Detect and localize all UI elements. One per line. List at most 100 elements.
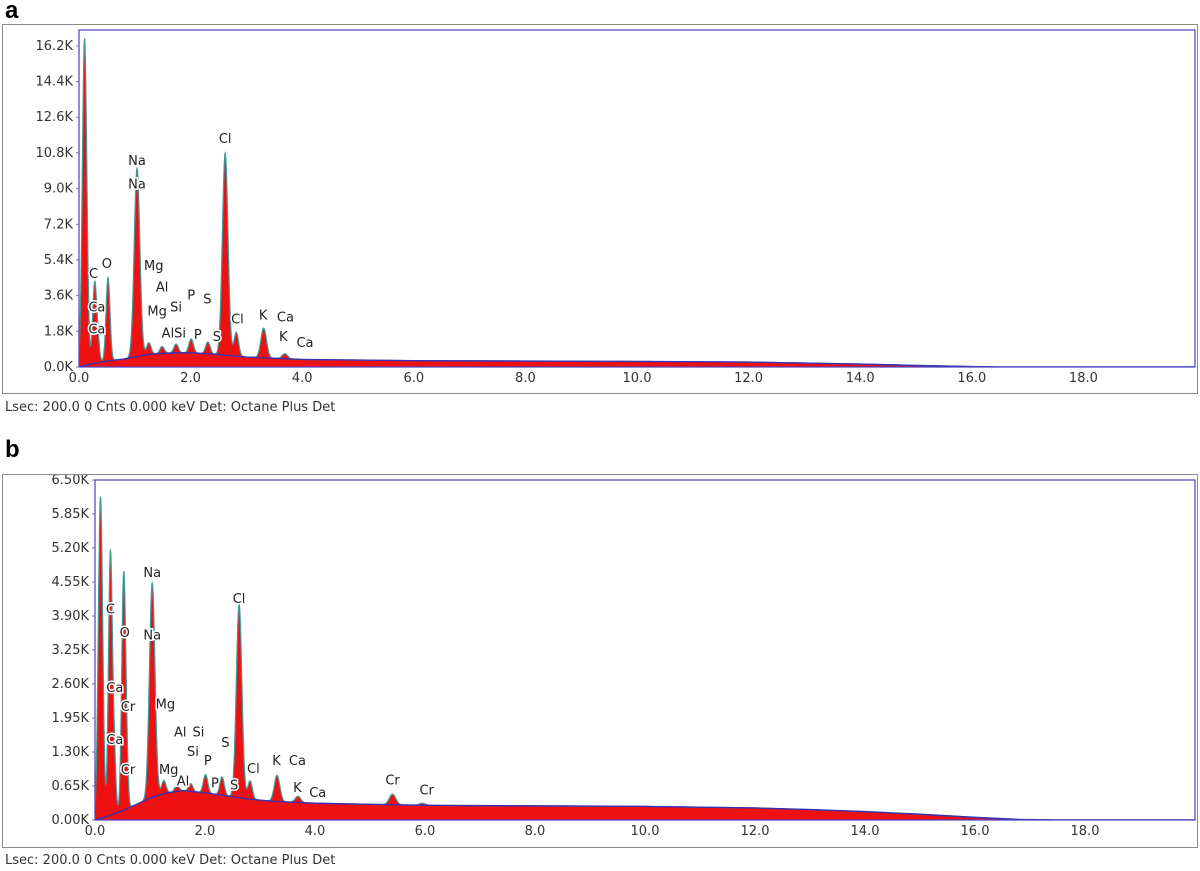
y-tick-label: 1.8K xyxy=(44,324,74,339)
element-label-na: Na xyxy=(143,566,161,581)
y-tick-label: 7.2K xyxy=(44,217,74,232)
element-label-cl: Cl xyxy=(219,132,232,147)
element-label-ca: Ca xyxy=(309,786,326,801)
x-tick-label: 0.0 xyxy=(69,371,90,386)
panel-b-letter: b xyxy=(5,436,20,463)
element-label-ca: Ca xyxy=(106,733,123,748)
element-label-ca: Ca xyxy=(277,310,294,325)
y-tick-label: 1.95K xyxy=(52,711,90,726)
element-label-mg: Mg xyxy=(156,698,175,713)
y-tick-label: 14.4K xyxy=(36,75,74,90)
element-label-cl: Cl xyxy=(233,592,246,607)
element-label-na: Na xyxy=(128,154,146,169)
element-label-ca: Ca xyxy=(106,681,123,696)
element-label-p: P xyxy=(187,289,195,304)
element-label-na: Na xyxy=(143,629,161,644)
y-tick-label: 0.65K xyxy=(52,779,90,794)
element-label-s: S xyxy=(221,736,229,751)
spectrum-trace-b xyxy=(95,496,1195,820)
x-tick-label: 0.0 xyxy=(85,824,106,839)
element-label-ca: Ca xyxy=(88,300,105,315)
y-tick-label: 12.6K xyxy=(36,110,74,125)
element-label-s: S xyxy=(230,779,238,794)
x-tick-label: 10.0 xyxy=(623,371,652,386)
x-tick-label: 8.0 xyxy=(515,371,536,386)
x-tick-label: 18.0 xyxy=(1071,824,1100,839)
x-tick-label: 12.0 xyxy=(741,824,770,839)
y-tick-label: 16.2K xyxy=(36,39,74,54)
element-label-p: P xyxy=(211,777,219,792)
x-tick-label: 16.0 xyxy=(957,371,986,386)
spectrum-chart-b: 0.00K0.65K1.30K1.95K2.60K3.25K3.90K4.55K… xyxy=(52,475,1196,839)
x-tick-label: 12.0 xyxy=(734,371,763,386)
spectrum-fill-b xyxy=(95,496,1195,820)
panel-a-frame: 0.0 K 1.8K 3.6K 5.4K 7.2K 9.0K 10.8K 12.6K 14.4K 1… xyxy=(2,24,1198,394)
element-label-ca: Ca xyxy=(289,754,306,769)
panel-b-status: Lsec: 200.0 0 Cnts 0.000 keV Det: Octane… xyxy=(5,853,336,868)
x-tick-label: 6.0 xyxy=(403,371,424,386)
element-label-mg: Mg xyxy=(144,259,163,274)
panel-a-letter: a xyxy=(5,0,19,24)
element-label-cr: Cr xyxy=(121,763,136,778)
x-tick-label: 18.0 xyxy=(1069,371,1098,386)
y-tick-label: 9.0K xyxy=(44,182,74,197)
element-label-p: P xyxy=(194,328,202,343)
x-tick-label: 10.0 xyxy=(631,824,660,839)
element-label-mg: Mg xyxy=(159,763,178,778)
element-label-k: K xyxy=(272,754,281,769)
element-label-cr: Cr xyxy=(121,700,136,715)
x-tick-label: 14.0 xyxy=(851,824,880,839)
plot-border-b xyxy=(94,479,1196,821)
spectrum-chart-a: 0.0 K 1.8K 3.6K 5.4K 7.2K 9.0K 10.8K 12.6K 14.4K 1… xyxy=(36,29,1196,386)
y-tick-label: 5.4K xyxy=(44,253,74,268)
y-tick-label: 3.6K xyxy=(44,289,74,304)
element-label-c: C xyxy=(89,267,98,282)
spectrum-fill-a xyxy=(79,38,1195,367)
x-tick-label: 8.0 xyxy=(525,824,546,839)
element-label-si: Si xyxy=(170,300,182,315)
y-tick-label: 5.85K xyxy=(52,507,90,522)
y-tick-label: 4.55K xyxy=(52,575,90,590)
element-label-na: Na xyxy=(128,178,146,193)
x-tick-label: 6.0 xyxy=(415,824,436,839)
element-label-o: O xyxy=(102,257,112,272)
element-label-k: K xyxy=(259,308,268,323)
y-tick-label: 5.20K xyxy=(52,541,90,556)
element-label-si: Si xyxy=(192,725,204,740)
element-label-al: Al xyxy=(156,281,169,296)
spectrum-area-a xyxy=(79,38,1195,367)
y-tick-label: 10.8K xyxy=(36,146,74,161)
element-label-s: S xyxy=(213,330,221,345)
y-tick-label: 3.90K xyxy=(52,609,90,624)
panel-b-frame: 0.00K 0.65K 1.30K 1.95K 2.60K 3.25K 3.90K 4.55K… xyxy=(2,474,1198,848)
x-tick-label: 14.0 xyxy=(846,371,875,386)
x-tick-label: 2.0 xyxy=(195,824,216,839)
element-label-cl: Cl xyxy=(247,762,260,777)
element-label-ca: Ca xyxy=(296,336,313,351)
y-tick-label: 6.50K xyxy=(52,475,90,488)
x-tick-label: 4.0 xyxy=(292,371,313,386)
element-label-al: Al xyxy=(177,774,190,789)
y-tick-label: 2.60K xyxy=(52,677,90,692)
y-tick-label: 1.30K xyxy=(52,745,90,760)
spectrum-area-b xyxy=(95,496,1195,820)
element-label-alsi: AlSi xyxy=(162,326,186,341)
element-label-cl: Cl xyxy=(231,312,244,327)
spectrum-trace-a xyxy=(79,38,1195,367)
element-label-c: C xyxy=(106,602,115,617)
y-tick-label: 3.25K xyxy=(52,643,90,658)
x-tick-label: 4.0 xyxy=(305,824,326,839)
element-label-p: P xyxy=(204,754,212,769)
element-label-k: K xyxy=(279,330,288,345)
element-label-cr: Cr xyxy=(419,783,434,798)
element-label-o: O xyxy=(120,626,130,641)
element-label-mg: Mg xyxy=(147,304,166,319)
element-label-si: Si xyxy=(187,745,199,760)
x-tick-label: 2.0 xyxy=(180,371,201,386)
plot-border-a xyxy=(78,29,1196,368)
element-label-k: K xyxy=(293,781,302,796)
element-label-s: S xyxy=(203,293,211,308)
element-label-ca: Ca xyxy=(88,322,105,337)
x-tick-label: 16.0 xyxy=(961,824,990,839)
element-label-cr: Cr xyxy=(385,773,400,788)
